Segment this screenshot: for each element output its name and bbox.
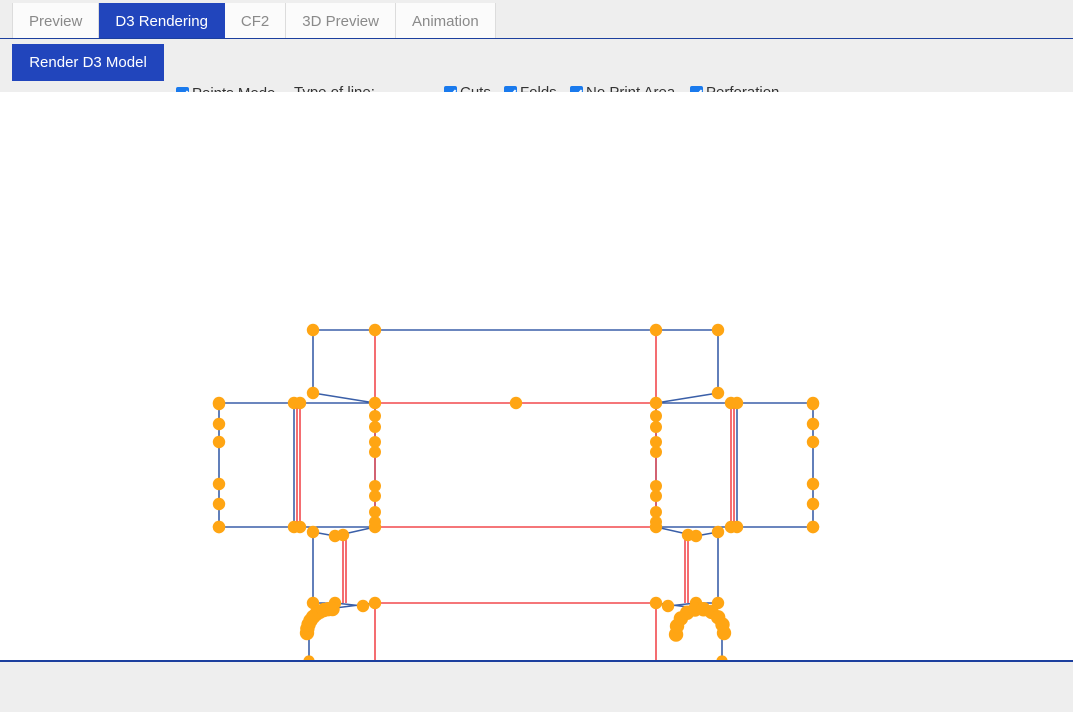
anchor-point[interactable]	[306, 386, 320, 400]
tab-d3-rendering-label: D3 Rendering	[115, 12, 208, 30]
anchor-point[interactable]	[293, 520, 307, 534]
dieline-svg[interactable]	[0, 92, 1073, 660]
tab-cf2[interactable]: CF2	[224, 3, 287, 39]
application-window: Preview D3 Rendering CF2 3D Preview Anim…	[0, 0, 1073, 712]
anchor-point[interactable]	[649, 596, 663, 610]
anchor-point[interactable]	[711, 525, 725, 539]
tab-list: Preview D3 Rendering CF2 3D Preview Anim…	[12, 3, 496, 39]
anchor-point[interactable]	[325, 601, 340, 617]
anchor-point[interactable]	[716, 625, 732, 641]
anchor-point[interactable]	[711, 386, 725, 400]
tab-cf2-label: CF2	[240, 12, 270, 30]
tab-d3-rendering[interactable]: D3 Rendering	[99, 3, 225, 39]
anchor-point[interactable]	[336, 528, 350, 542]
anchor-point[interactable]	[649, 323, 663, 337]
anchor-point[interactable]	[369, 516, 381, 528]
anchor-point[interactable]	[212, 477, 226, 491]
anchor-point[interactable]	[306, 525, 320, 539]
options-toolbar: Render D3 Model Points Mode Type of line…	[0, 39, 1073, 121]
status-bar	[0, 662, 1073, 712]
anchor-point[interactable]	[806, 497, 820, 511]
anchor-point[interactable]	[661, 599, 675, 613]
anchor-point[interactable]	[730, 396, 744, 410]
cut-line	[312, 392, 376, 404]
anchor-point[interactable]	[369, 410, 381, 422]
anchor-point[interactable]	[650, 516, 662, 528]
anchor-point[interactable]	[212, 497, 226, 511]
render-d3-model-button-label: Render D3 Model	[29, 54, 147, 71]
anchor-point[interactable]	[711, 323, 725, 337]
anchor-point[interactable]	[212, 397, 226, 411]
anchor-point[interactable]	[369, 490, 381, 502]
anchor-point[interactable]	[369, 421, 381, 433]
anchor-point[interactable]	[293, 396, 307, 410]
anchor-point[interactable]	[650, 410, 662, 422]
anchor-point[interactable]	[806, 417, 820, 431]
tab-3d-preview-label: 3D Preview	[302, 12, 379, 30]
anchor-point[interactable]	[306, 323, 320, 337]
anchor-point[interactable]	[212, 520, 226, 534]
anchor-point[interactable]	[650, 421, 662, 433]
anchor-point[interactable]	[368, 396, 382, 410]
anchor-point[interactable]	[730, 520, 744, 534]
anchor-point[interactable]	[212, 435, 226, 449]
tab-3d-preview[interactable]: 3D Preview	[286, 3, 396, 39]
anchor-point[interactable]	[649, 396, 663, 410]
anchor-point[interactable]	[356, 599, 370, 613]
anchor-point[interactable]	[509, 396, 523, 410]
anchor-point[interactable]	[806, 435, 820, 449]
d3-render-canvas[interactable]	[0, 92, 1073, 660]
cut-line	[655, 392, 719, 404]
anchor-point[interactable]	[369, 446, 381, 458]
anchor-point[interactable]	[650, 490, 662, 502]
render-d3-model-button[interactable]: Render D3 Model	[12, 44, 164, 81]
anchor-point[interactable]	[681, 528, 695, 542]
tab-preview-label: Preview	[29, 12, 83, 30]
anchor-point[interactable]	[806, 397, 820, 411]
tab-animation-label: Animation	[411, 12, 479, 30]
tab-strip: Preview D3 Rendering CF2 3D Preview Anim…	[0, 0, 1073, 39]
tab-animation[interactable]: Animation	[395, 3, 496, 39]
anchor-point[interactable]	[368, 323, 382, 337]
anchor-point[interactable]	[212, 417, 226, 431]
anchor-point[interactable]	[368, 596, 382, 610]
tab-preview[interactable]: Preview	[12, 3, 100, 39]
anchor-point[interactable]	[650, 446, 662, 458]
anchor-point[interactable]	[806, 520, 820, 534]
anchor-point[interactable]	[806, 477, 820, 491]
